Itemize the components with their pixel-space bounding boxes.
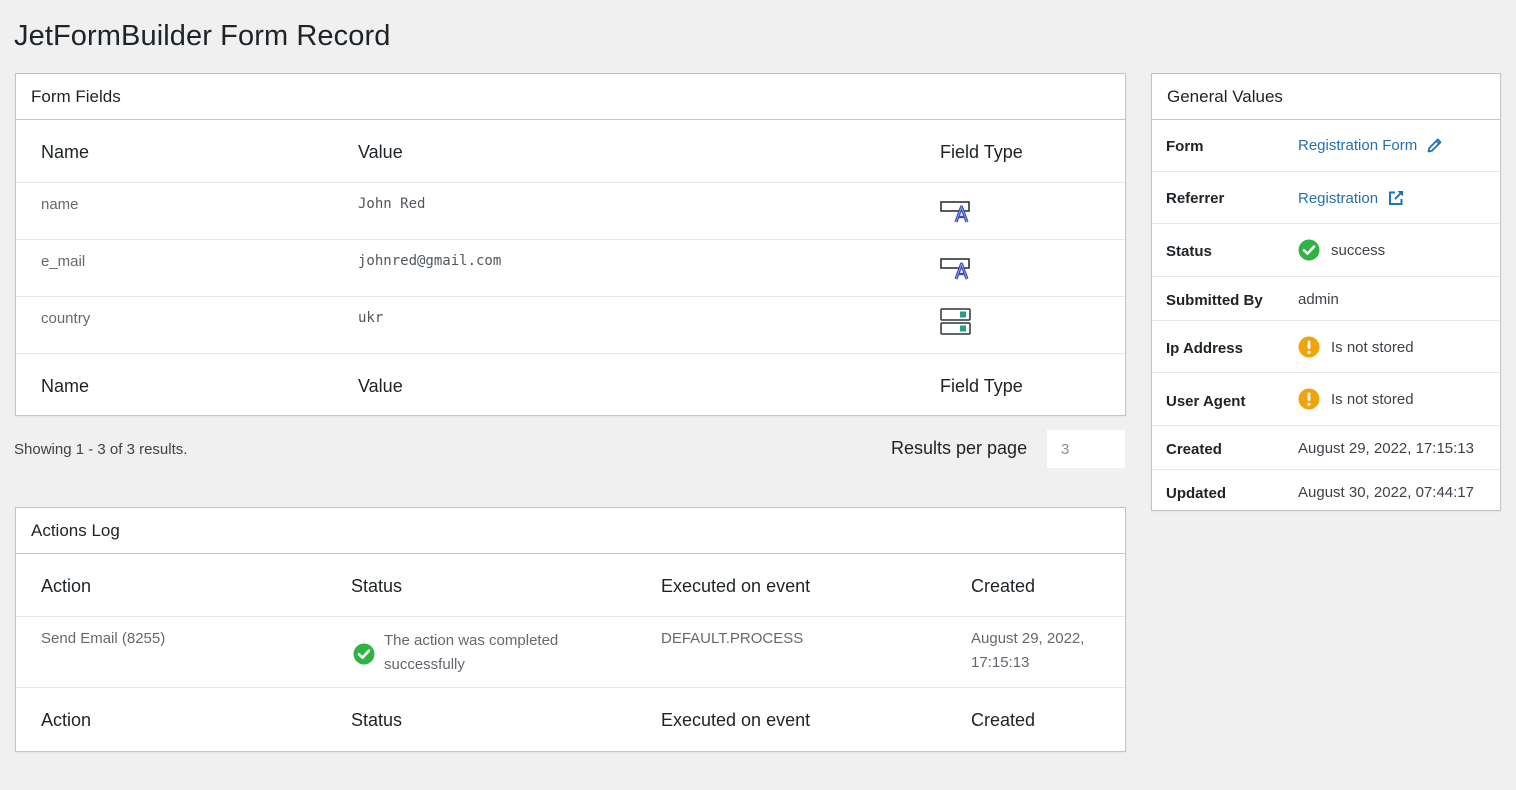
results-per-page-label: Results per page (891, 438, 1028, 458)
column-header-created[interactable]: Created (971, 576, 1035, 597)
table-row: Send Email (8255) The action was complet… (16, 617, 1125, 688)
table-row: e_mail johnred@gmail.com (16, 240, 1125, 297)
column-header-action[interactable]: Action (41, 576, 91, 597)
success-check-icon (353, 643, 375, 665)
column-header-name[interactable]: Name (41, 142, 89, 163)
action-event: DEFAULT.PROCESS (661, 630, 804, 647)
field-name: e_mail (41, 253, 86, 270)
pencil-edit-icon[interactable] (1426, 137, 1443, 154)
referrer-link[interactable]: Registration (1298, 190, 1378, 207)
select-field-icon (940, 308, 971, 335)
action-status: The action was completed successfully (384, 629, 558, 677)
field-value: johnred@gmail.com (358, 253, 502, 269)
success-check-icon (1298, 239, 1320, 261)
action-created-date: August 29, 2022, (971, 630, 1085, 647)
page-title: JetFormBuilder Form Record (14, 20, 391, 52)
status-label: Status (1166, 243, 1212, 260)
ip-address-label: Ip Address (1166, 340, 1243, 357)
general-row-status: Status success (1152, 224, 1500, 277)
column-footer-name[interactable]: Name (41, 376, 89, 397)
general-row-form: Form Registration Form (1152, 120, 1500, 172)
action-created: August 29, 2022, 17:15:13 (971, 627, 1084, 675)
warning-icon (1298, 336, 1320, 358)
submitted-by-label: Submitted By (1166, 292, 1263, 309)
column-header-field-type[interactable]: Field Type (940, 142, 1023, 163)
results-per-page-input[interactable] (1046, 429, 1126, 469)
general-row-submitted-by: Submitted By admin (1152, 277, 1500, 321)
actions-log-footer-row: Action Status Executed on event Created (16, 688, 1125, 751)
form-fields-panel: Form Fields Name Value Field Type name J… (15, 73, 1126, 416)
field-name: name (41, 196, 79, 213)
text-field-icon (940, 201, 970, 223)
form-fields-footer-row: Name Value Field Type (16, 354, 1125, 417)
actions-log-header-row: Action Status Executed on event Created (16, 554, 1125, 617)
actions-log-panel: Actions Log Action Status Executed on ev… (15, 507, 1126, 752)
general-row-created: Created August 29, 2022, 17:15:13 (1152, 426, 1500, 470)
referrer-label: Referrer (1166, 190, 1225, 207)
column-footer-action[interactable]: Action (41, 710, 91, 731)
general-row-ip-address: Ip Address Is not stored (1152, 321, 1500, 373)
ip-address-value: Is not stored (1331, 338, 1414, 356)
form-label: Form (1166, 138, 1204, 155)
submitted-by-value: admin (1298, 291, 1339, 308)
results-count: Showing 1 - 3 of 3 results. (14, 441, 188, 458)
created-value: August 29, 2022, 17:15:13 (1298, 440, 1474, 457)
action-status-line1: The action was completed (384, 632, 559, 649)
action-created-time: 17:15:13 (971, 654, 1030, 671)
user-agent-label: User Agent (1166, 393, 1246, 410)
action-name: Send Email (8255) (41, 630, 166, 647)
table-row: name John Red (16, 183, 1125, 240)
field-name: country (41, 310, 91, 327)
updated-value: August 30, 2022, 07:44:17 (1298, 484, 1474, 501)
table-row: country ukr (16, 297, 1125, 354)
column-footer-status[interactable]: Status (351, 710, 402, 731)
general-row-updated: Updated August 30, 2022, 07:44:17 (1152, 470, 1500, 513)
warning-icon (1298, 388, 1320, 410)
form-link[interactable]: Registration Form (1298, 137, 1417, 154)
general-values-panel-title: General Values (1152, 74, 1500, 120)
column-footer-value[interactable]: Value (358, 376, 403, 397)
user-agent-value: Is not stored (1331, 390, 1414, 408)
column-footer-created[interactable]: Created (971, 710, 1035, 731)
column-footer-event[interactable]: Executed on event (661, 710, 810, 731)
column-header-status[interactable]: Status (351, 576, 402, 597)
column-header-value[interactable]: Value (358, 142, 403, 163)
status-value: success (1331, 241, 1386, 259)
form-fields-header-row: Name Value Field Type (16, 120, 1125, 183)
general-row-user-agent: User Agent Is not stored (1152, 373, 1500, 426)
action-status-line2: successfully (384, 656, 465, 673)
external-link-icon[interactable] (1387, 189, 1405, 207)
actions-log-panel-title: Actions Log (16, 508, 1125, 554)
field-value: ukr (358, 310, 384, 326)
column-header-event[interactable]: Executed on event (661, 576, 810, 597)
updated-label: Updated (1166, 485, 1226, 502)
column-footer-field-type[interactable]: Field Type (940, 376, 1023, 397)
created-label: Created (1166, 441, 1222, 458)
field-value: John Red (358, 196, 426, 212)
form-fields-panel-title: Form Fields (16, 74, 1125, 120)
text-field-icon (940, 258, 970, 280)
general-values-panel: General Values Form Registration Form Re… (1151, 73, 1501, 511)
general-row-referrer: Referrer Registration (1152, 172, 1500, 224)
